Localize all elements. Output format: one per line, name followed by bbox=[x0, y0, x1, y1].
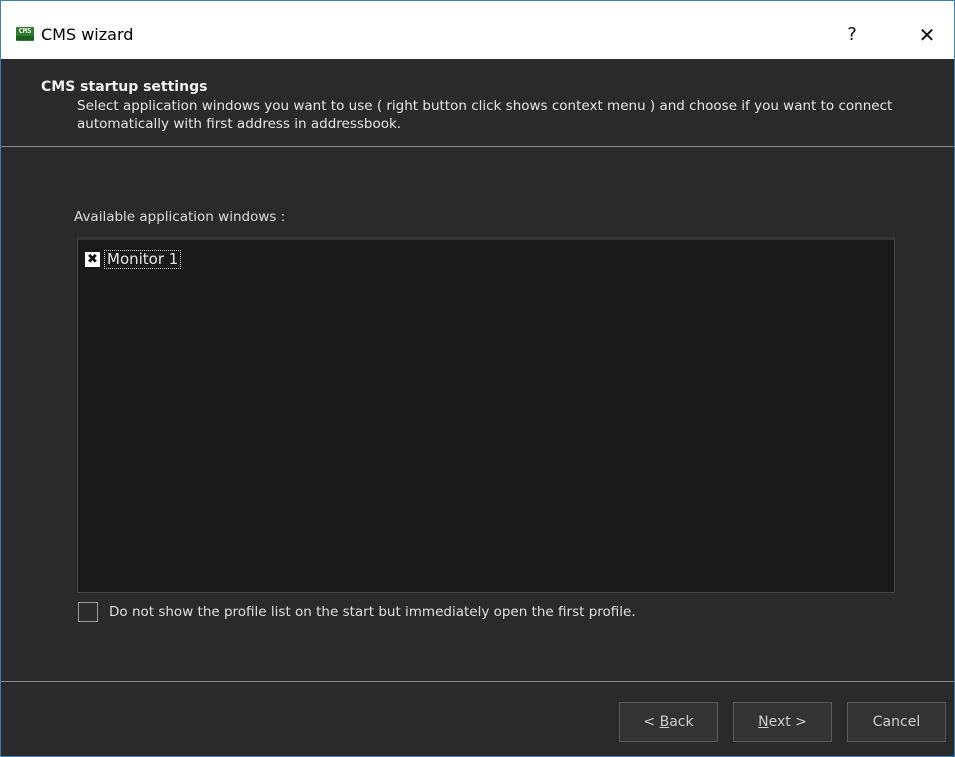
help-button[interactable]: ? bbox=[829, 18, 875, 52]
app-icon-text: CMS bbox=[18, 27, 32, 35]
available-windows-label: Available application windows : bbox=[74, 209, 286, 225]
application-windows-list[interactable]: ✖ Monitor 1 bbox=[77, 237, 895, 593]
wizard-footer: < Back Next > Cancel bbox=[1, 682, 954, 756]
skip-profile-list-checkbox[interactable] bbox=[78, 602, 98, 622]
cms-app-icon: CMS bbox=[16, 27, 34, 41]
page-title: CMS startup settings bbox=[41, 79, 208, 95]
back-button[interactable]: < Back bbox=[619, 702, 718, 742]
header-divider bbox=[1, 146, 954, 147]
list-item[interactable]: ✖ Monitor 1 bbox=[85, 249, 182, 269]
close-button[interactable]: ✕ bbox=[904, 18, 950, 52]
list-item-label[interactable]: Monitor 1 bbox=[104, 249, 182, 269]
wizard-content: CMS startup settings Select application … bbox=[1, 59, 954, 756]
wizard-header: CMS startup settings Select application … bbox=[1, 59, 954, 145]
cancel-button[interactable]: Cancel bbox=[847, 702, 946, 742]
page-description: Select application windows you want to u… bbox=[77, 98, 893, 132]
checked-checkbox-icon[interactable]: ✖ bbox=[85, 251, 100, 267]
cms-wizard-window: CMS CMS wizard ? ✕ CMS startup settings … bbox=[0, 0, 955, 757]
skip-profile-list-option[interactable]: Do not show the profile list on the star… bbox=[78, 600, 636, 624]
window-title: CMS wizard bbox=[41, 25, 134, 44]
title-bar[interactable]: CMS CMS wizard ? ✕ bbox=[1, 1, 954, 59]
skip-profile-list-label[interactable]: Do not show the profile list on the star… bbox=[109, 604, 636, 620]
next-button[interactable]: Next > bbox=[733, 702, 832, 742]
